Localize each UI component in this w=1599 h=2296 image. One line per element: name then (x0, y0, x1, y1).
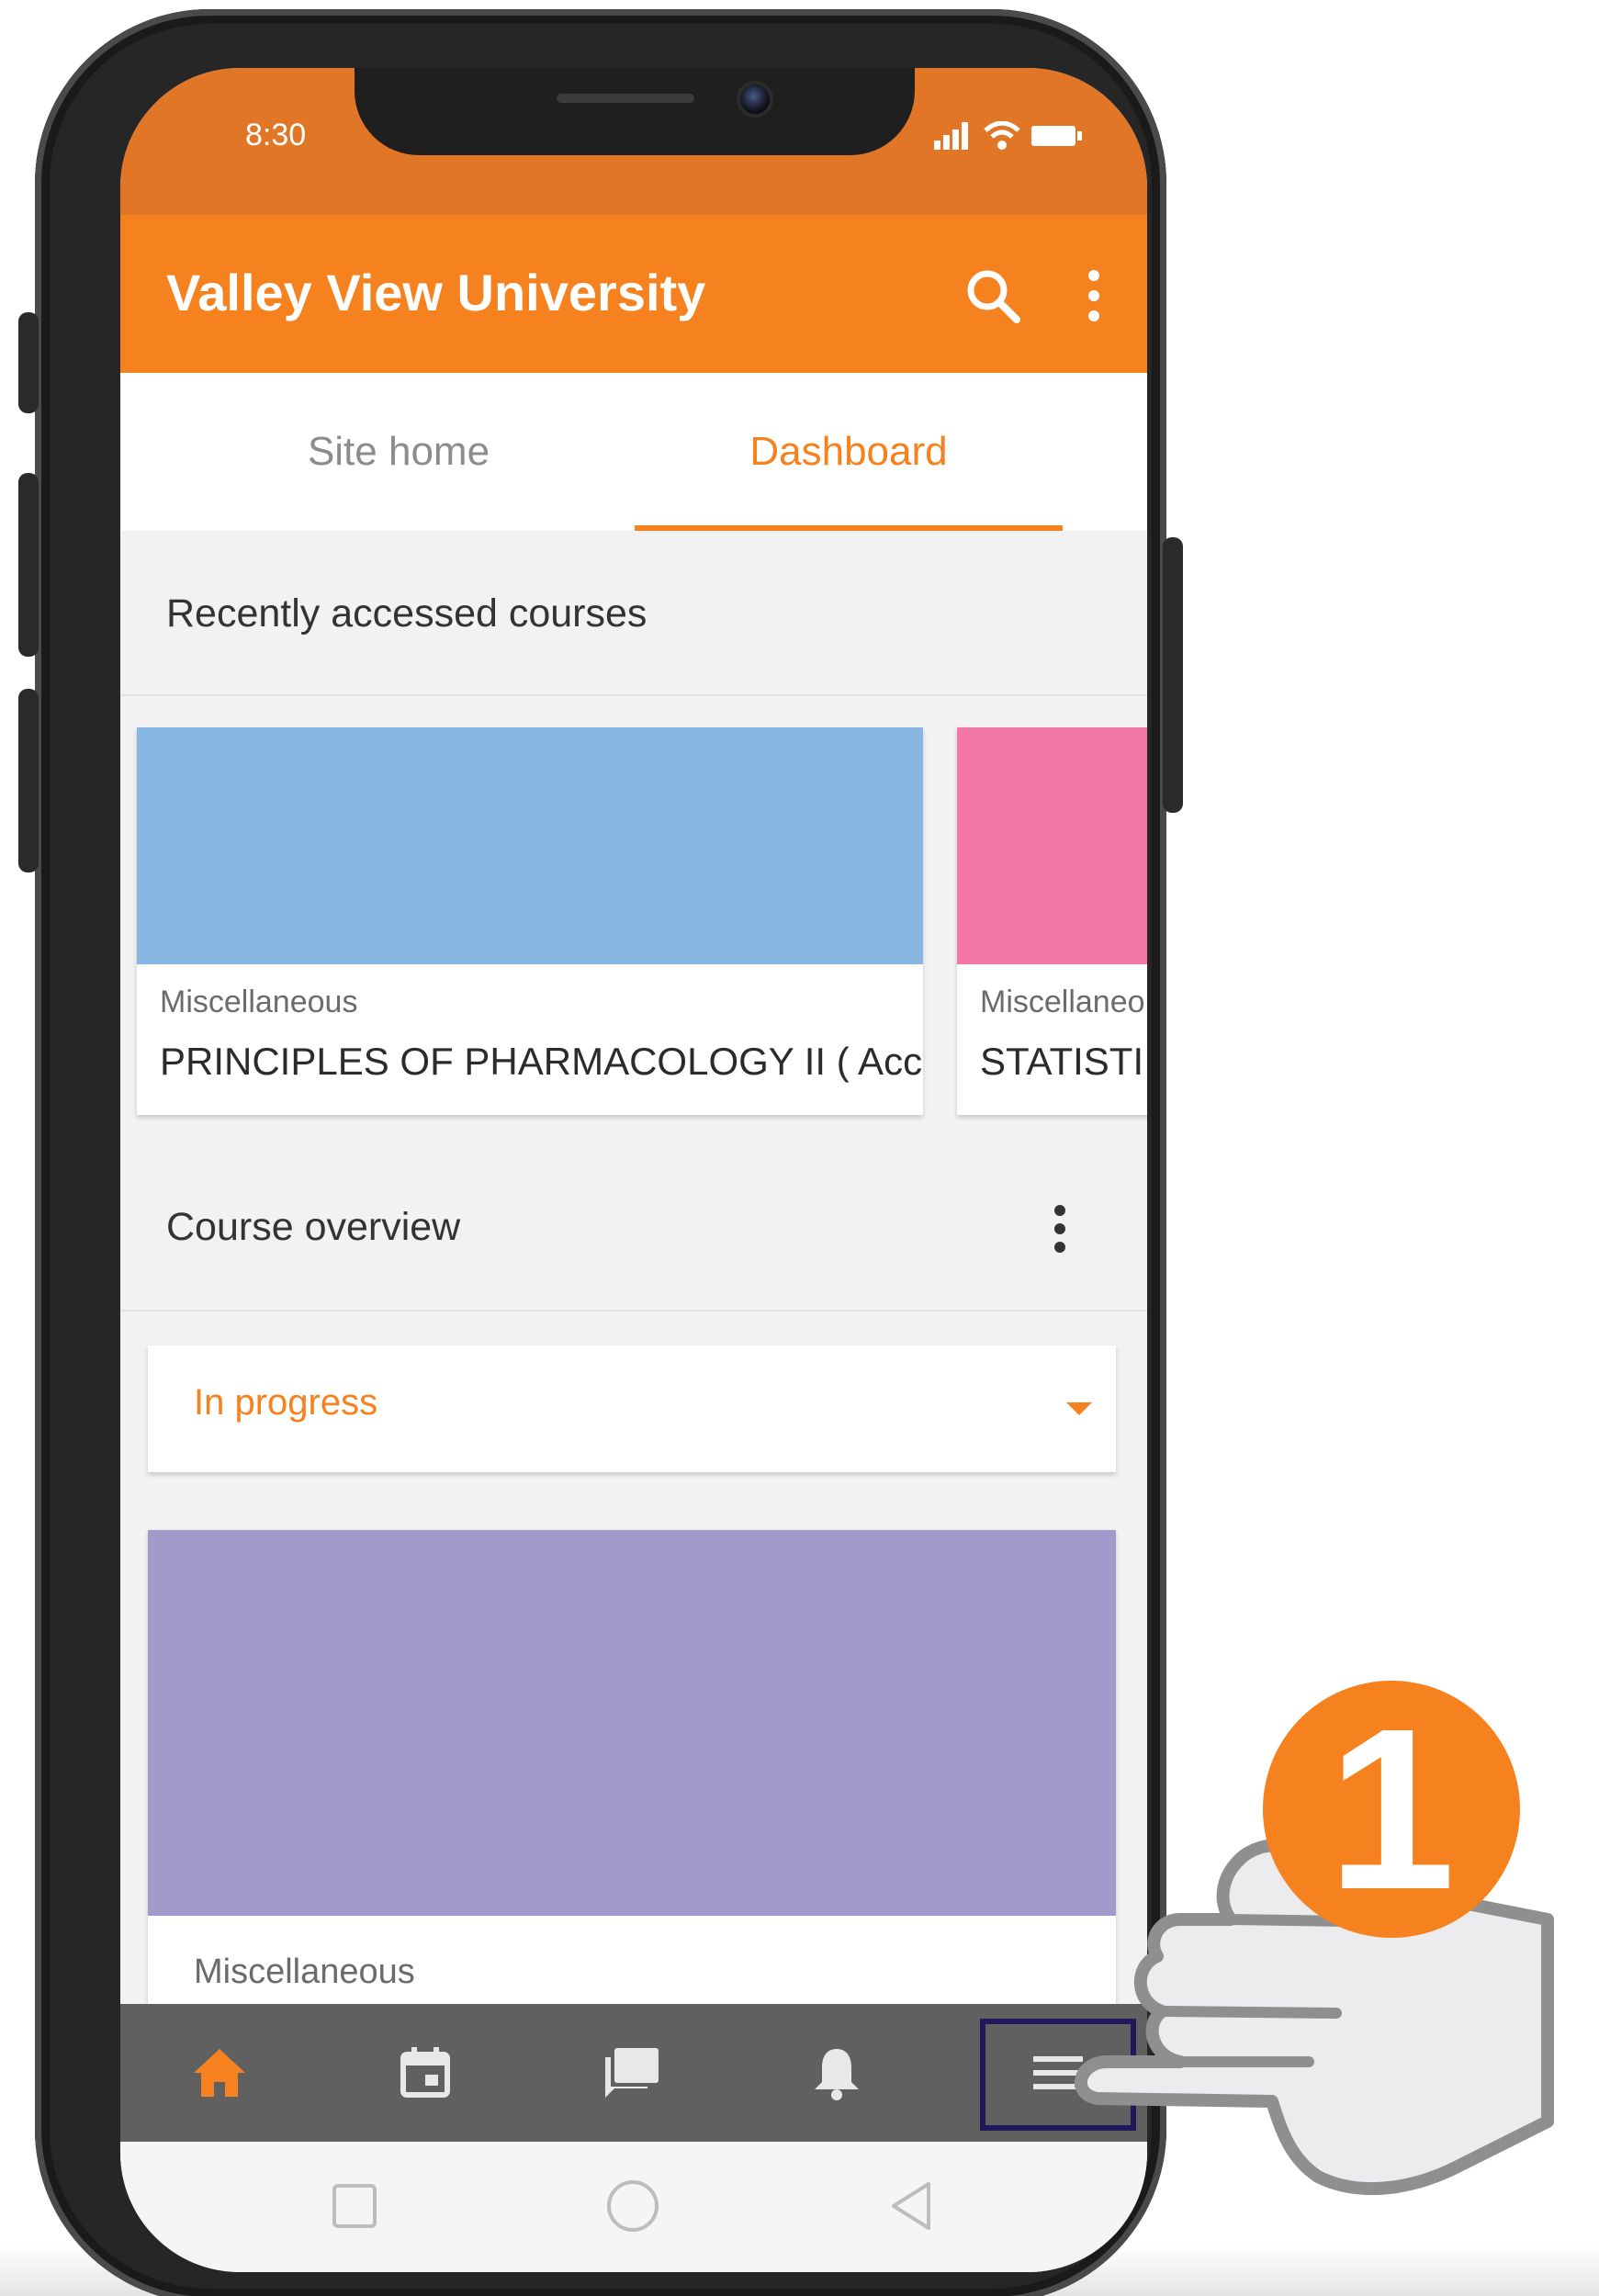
course-filter-dropdown[interactable]: In progress (148, 1345, 1116, 1472)
recent-course-card[interactable]: Miscellaneo STATISTI (957, 727, 1147, 1115)
more-options-icon[interactable] (1075, 266, 1112, 325)
home-button-icon[interactable] (605, 2178, 660, 2234)
front-camera (737, 81, 773, 118)
recent-courses-title: Recently accessed courses (166, 591, 647, 636)
search-icon[interactable] (963, 266, 1022, 325)
volume-down-button (18, 689, 39, 872)
app-bar: Valley View University (120, 215, 1147, 373)
volume-up-button (18, 473, 39, 657)
wifi-icon (984, 121, 1020, 150)
bottom-navigation (120, 2004, 1147, 2142)
tab-site-home[interactable]: Site home (231, 373, 567, 531)
notch (355, 68, 915, 155)
recent-apps-icon[interactable] (327, 2178, 382, 2234)
phone-frame: 8:30 Valley View University Site home Da… (18, 9, 1183, 2296)
app-title: Valley View University (166, 264, 706, 321)
course-name: STATISTI (980, 1040, 1144, 1083)
step-badge: 1 (1263, 1681, 1520, 1938)
recent-courses-header: Recently accessed courses (120, 531, 1147, 696)
course-image (957, 727, 1147, 964)
back-icon[interactable] (884, 2178, 940, 2234)
power-button (1163, 537, 1183, 813)
nav-calendar[interactable] (379, 2032, 471, 2114)
course-category: Miscellaneo (980, 985, 1145, 1019)
step-number: 1 (1327, 1681, 1456, 1937)
earpiece-speaker (557, 94, 694, 103)
mute-switch (18, 312, 39, 413)
course-category: Miscellaneous (194, 1953, 415, 1991)
course-overview-header: Course overview (120, 1146, 1147, 1311)
status-time: 8:30 (245, 118, 307, 152)
nav-home[interactable] (174, 2032, 265, 2114)
course-overview-title: Course overview (166, 1205, 461, 1249)
nav-messages[interactable] (585, 2032, 677, 2114)
battery-icon (1031, 126, 1082, 146)
filter-selected-value: In progress (194, 1382, 378, 1423)
status-icons (934, 121, 1083, 151)
tab-dashboard[interactable]: Dashboard (635, 373, 1063, 531)
recent-course-card[interactable]: Miscellaneous PRINCIPLES OF PHARMACOLOGY… (137, 727, 923, 1115)
system-navigation-bar (120, 2142, 1147, 2272)
course-overview-card[interactable]: Miscellaneous (148, 1530, 1116, 2044)
calendar-icon (400, 2047, 450, 2098)
course-image (148, 1530, 1116, 1916)
messages-icon (605, 2048, 659, 2098)
course-name: PRINCIPLES OF PHARMACOLOGY II ( Acc... (160, 1040, 923, 1083)
home-icon (194, 2049, 245, 2097)
nav-notifications[interactable] (791, 2032, 883, 2114)
status-bar: 8:30 (120, 68, 1147, 215)
tab-bar: Site home Dashboard (120, 373, 1147, 531)
course-image (137, 727, 923, 964)
more-options-icon[interactable] (1046, 1204, 1074, 1254)
dropdown-caret-icon (1066, 1402, 1092, 1415)
signal-icon (934, 122, 968, 150)
phone-screen: 8:30 Valley View University Site home Da… (120, 68, 1147, 2272)
notifications-icon (815, 2049, 859, 2100)
course-category: Miscellaneous (160, 985, 358, 1019)
